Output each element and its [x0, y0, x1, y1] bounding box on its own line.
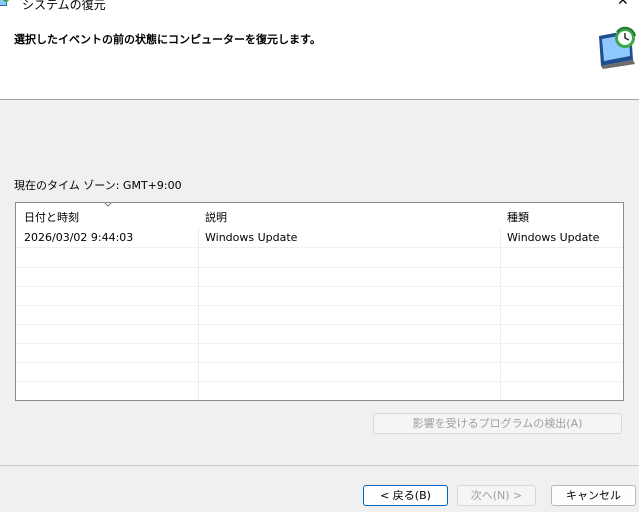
row-description: Windows Update	[205, 231, 298, 244]
table-row	[16, 324, 623, 344]
table-row	[16, 267, 623, 287]
row-datetime: 2026/03/02 9:44:03	[24, 231, 134, 244]
close-icon[interactable]: ✕	[617, 0, 631, 8]
sort-chevron-icon	[104, 203, 112, 207]
cancel-button[interactable]: キャンセル	[551, 485, 636, 506]
table-row	[16, 343, 623, 363]
timezone-label: 現在のタイム ゾーン: GMT+9:00	[14, 179, 182, 192]
column-header-datetime[interactable]: 日付と時刻	[24, 209, 79, 225]
footer-divider	[0, 465, 639, 466]
next-button[interactable]: 次へ(N) >	[457, 485, 536, 506]
table-row	[16, 305, 623, 325]
back-button[interactable]: < 戻る(B)	[363, 485, 448, 506]
window-title: システムの復元	[22, 0, 106, 12]
dialog-header: 選択したイベントの前の状態にコンピューターを復元します。	[0, 20, 639, 100]
system-restore-icon	[0, 0, 9, 6]
table-row	[16, 248, 623, 268]
table-row	[16, 362, 623, 382]
table-row[interactable]: 2026/03/02 9:44:03 Windows Update Window…	[16, 228, 623, 248]
column-header-description[interactable]: 説明	[205, 209, 227, 225]
header-instruction: 選択したイベントの前の状態にコンピューターを復元します。	[14, 33, 321, 46]
title-bar: システムの復元 ✕	[0, 0, 639, 20]
computer-restore-icon	[599, 26, 636, 69]
restore-point-list[interactable]: 日付と時刻 説明 種類 2026/03/02 9:44:03 Windows U…	[15, 202, 624, 401]
row-type: Windows Update	[507, 231, 600, 244]
list-header: 日付と時刻 説明 種類	[16, 203, 623, 228]
column-header-type[interactable]: 種類	[507, 209, 529, 225]
table-row	[16, 286, 623, 306]
scan-affected-programs-button[interactable]: 影響を受けるプログラムの検出(A)	[373, 413, 622, 434]
